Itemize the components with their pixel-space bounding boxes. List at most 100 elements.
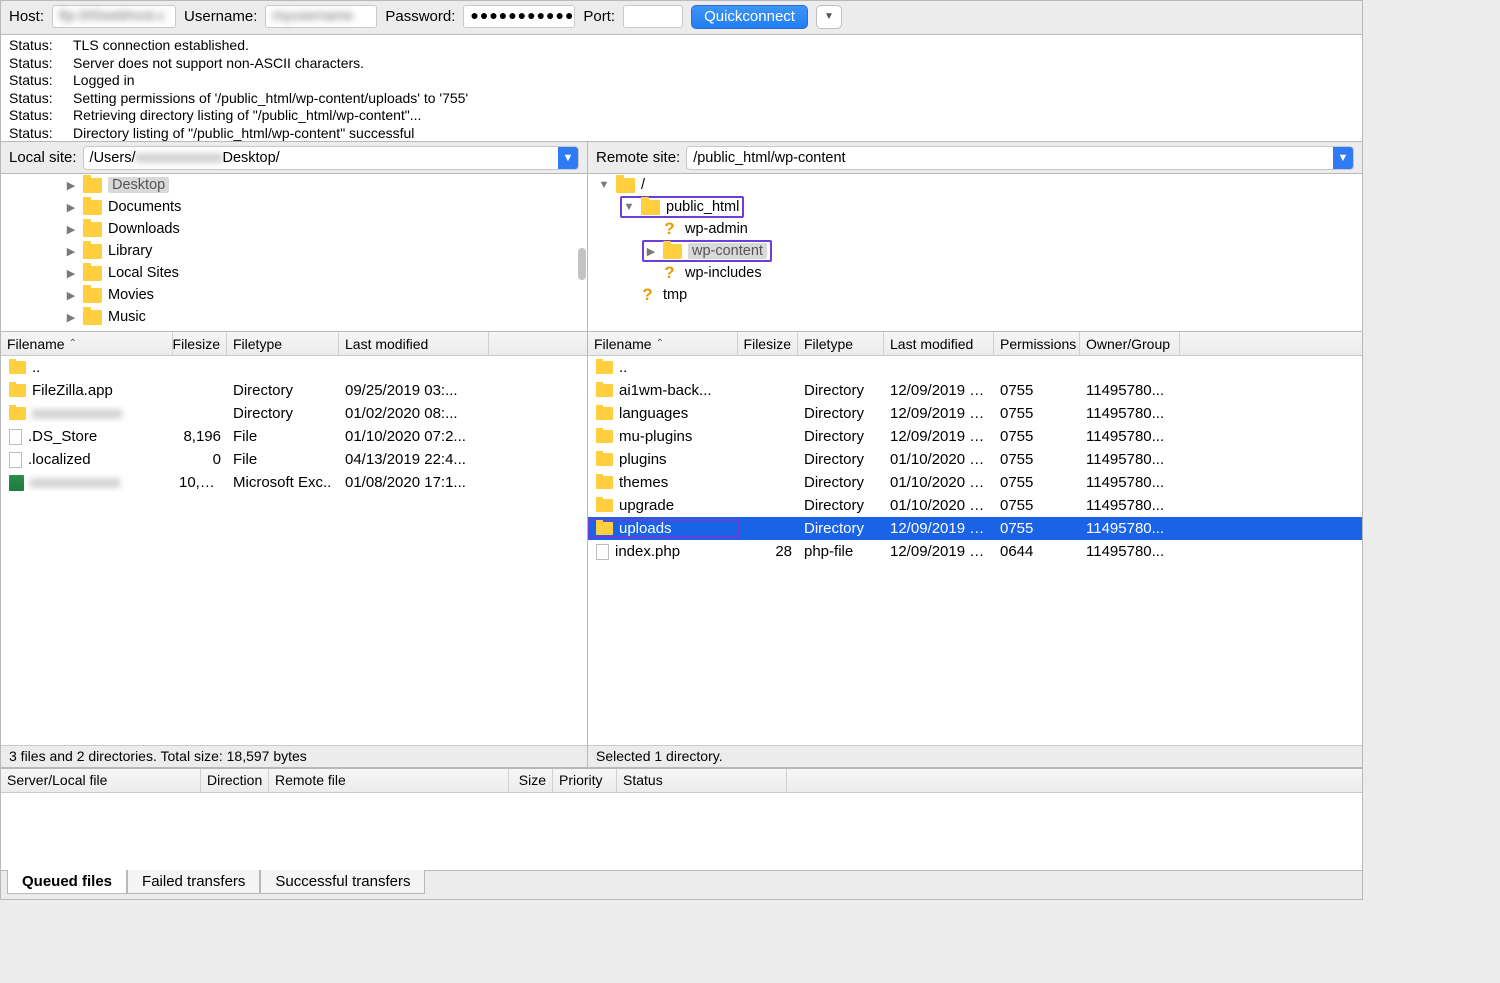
list-item[interactable]: .. [588, 356, 1362, 379]
excel-file-icon [9, 475, 24, 491]
file-icon [596, 544, 609, 560]
col-server-local[interactable]: Server/Local file [1, 769, 201, 792]
tree-node-label[interactable]: Library [108, 243, 152, 259]
tab-successful-transfers[interactable]: Successful transfers [260, 870, 425, 894]
list-item[interactable]: uploadsDirectory12/09/2019 0...075511495… [588, 517, 1362, 540]
folder-icon [83, 200, 102, 215]
tree-node-label[interactable]: wp-admin [685, 221, 748, 237]
unknown-icon: ? [638, 287, 657, 304]
disclosure-triangle-icon[interactable]: ▶ [65, 245, 77, 258]
queue-body[interactable] [1, 793, 1362, 870]
col-filename[interactable]: Filename⌃ [588, 332, 738, 355]
quickconnect-history-dropdown[interactable]: ▼ [816, 5, 842, 29]
list-item[interactable]: xxxxxxxxxxxxDirectory01/02/2020 08:... [1, 402, 587, 425]
col-remote-file[interactable]: Remote file [269, 769, 509, 792]
file-modified: 12/09/2019 0... [884, 405, 994, 422]
folder-icon [83, 288, 102, 303]
file-size: 10,401 [173, 474, 227, 491]
col-size[interactable]: Size [509, 769, 553, 792]
chevron-down-icon[interactable]: ▼ [1333, 147, 1353, 169]
col-filename[interactable]: Filename⌃ [1, 332, 173, 355]
file-name: xxxxxxxxxxxx [30, 474, 120, 491]
disclosure-triangle-icon[interactable]: ▶ [65, 201, 77, 214]
disclosure-triangle-icon[interactable]: ▶ [65, 289, 77, 302]
file-name: themes [619, 474, 668, 491]
tree-node-label[interactable]: tmp [663, 287, 687, 303]
disclosure-triangle-icon[interactable]: ▶ [65, 267, 77, 280]
tree-node-label[interactable]: wp-content [688, 243, 767, 259]
col-filetype[interactable]: Filetype [798, 332, 884, 355]
disclosure-triangle-icon[interactable]: ▶ [65, 179, 77, 192]
col-priority[interactable]: Priority [553, 769, 617, 792]
col-filesize[interactable]: Filesize [173, 332, 227, 355]
quickconnect-button[interactable]: Quickconnect [691, 5, 808, 29]
col-owner[interactable]: Owner/Group [1080, 332, 1180, 355]
list-item[interactable]: pluginsDirectory01/10/2020 0...075511495… [588, 448, 1362, 471]
folder-icon [616, 178, 635, 193]
remote-directory-tree[interactable]: ▼ / ▼ public_html? wp-admin ▶ wp-content? wp-… [588, 174, 1362, 331]
username-input[interactable]: myusername [265, 5, 377, 28]
file-icon [9, 429, 22, 445]
folder-icon [596, 407, 613, 420]
list-item[interactable]: .localized0File04/13/2019 22:4... [1, 448, 587, 471]
file-size: 8,196 [173, 428, 227, 445]
col-status[interactable]: Status [617, 769, 787, 792]
file-name: .. [32, 359, 40, 376]
col-filesize[interactable]: Filesize [738, 332, 798, 355]
tree-node-label[interactable]: Movies [108, 287, 154, 303]
tree-node-label[interactable]: Music [108, 309, 146, 325]
tree-node-label[interactable]: Desktop [108, 177, 169, 193]
list-item[interactable]: .DS_Store8,196File01/10/2020 07:2... [1, 425, 587, 448]
folder-icon [596, 384, 613, 397]
tree-node-label[interactable]: Downloads [108, 221, 180, 237]
message-log[interactable]: Status:TLS connection established.Status… [1, 35, 1362, 142]
log-msg: Server does not support non-ASCII charac… [73, 55, 364, 73]
col-lastmodified[interactable]: Last modified [339, 332, 489, 355]
disclosure-triangle-icon[interactable]: ▶ [65, 223, 77, 236]
list-item[interactable]: .. [1, 356, 587, 379]
file-type: Microsoft Exc.. [227, 474, 339, 491]
port-input[interactable] [623, 5, 683, 28]
chevron-down-icon[interactable]: ▼ [558, 147, 578, 169]
disclosure-triangle-icon[interactable]: ▼ [598, 179, 610, 191]
list-item[interactable]: mu-pluginsDirectory12/09/2019 0...075511… [588, 425, 1362, 448]
list-item[interactable]: FileZilla.appDirectory09/25/2019 03:... [1, 379, 587, 402]
file-icon [9, 452, 22, 468]
remote-site-path: /public_html/wp-content [687, 150, 1333, 166]
tree-node-label[interactable]: wp-includes [685, 265, 762, 281]
remote-site-combo[interactable]: /public_html/wp-content ▼ [686, 146, 1354, 170]
list-item[interactable]: themesDirectory01/10/2020 0...0755114957… [588, 471, 1362, 494]
list-item[interactable]: xxxxxxxxxxxx 10,401Microsoft Exc..01/08/2… [1, 471, 587, 494]
list-item[interactable]: upgradeDirectory01/10/2020 0...075511495… [588, 494, 1362, 517]
folder-icon [83, 244, 102, 259]
list-item[interactable]: languagesDirectory12/09/2019 0...0755114… [588, 402, 1362, 425]
local-site-combo[interactable]: /Users/xxxxxxxxxxxxDesktop/ ▼ [83, 146, 579, 170]
file-modified: 01/02/2020 08:... [339, 405, 489, 422]
folder-icon [9, 384, 26, 397]
col-direction[interactable]: Direction [201, 769, 269, 792]
tree-node-label[interactable]: Documents [108, 199, 181, 215]
unknown-icon: ? [660, 221, 679, 238]
host-input[interactable]: ftp.000webhost.c [52, 5, 176, 28]
disclosure-triangle-icon[interactable]: ▶ [65, 311, 77, 324]
disclosure-triangle-icon[interactable]: ▶ [645, 245, 657, 258]
col-filetype[interactable]: Filetype [227, 332, 339, 355]
disclosure-triangle-icon[interactable]: ▼ [623, 201, 635, 213]
col-lastmodified[interactable]: Last modified [884, 332, 994, 355]
tab-queued-files[interactable]: Queued files [7, 870, 127, 894]
tree-node-label[interactable]: Local Sites [108, 265, 179, 281]
list-item[interactable]: ai1wm-back...Directory12/09/2019 0...075… [588, 379, 1362, 402]
scrollbar-thumb[interactable] [578, 248, 586, 280]
local-directory-tree[interactable]: ▶ Desktop ▶ Documents ▶ Downloads ▶ Library ▶ Loc… [1, 174, 588, 331]
folder-icon [83, 178, 102, 193]
list-item[interactable]: index.php28php-file12/09/2019 0...064411… [588, 540, 1362, 563]
tree-node-root[interactable]: / [641, 177, 645, 193]
col-permissions[interactable]: Permissions [994, 332, 1080, 355]
tab-failed-transfers[interactable]: Failed transfers [127, 870, 260, 894]
password-input[interactable]: ●●●●●●●●●●● [463, 5, 575, 28]
file-type: Directory [798, 520, 884, 537]
tree-node-label[interactable]: public_html [666, 199, 739, 215]
folder-icon [596, 361, 613, 374]
username-label: Username: [184, 8, 257, 25]
file-modified: 01/08/2020 17:1... [339, 474, 489, 491]
